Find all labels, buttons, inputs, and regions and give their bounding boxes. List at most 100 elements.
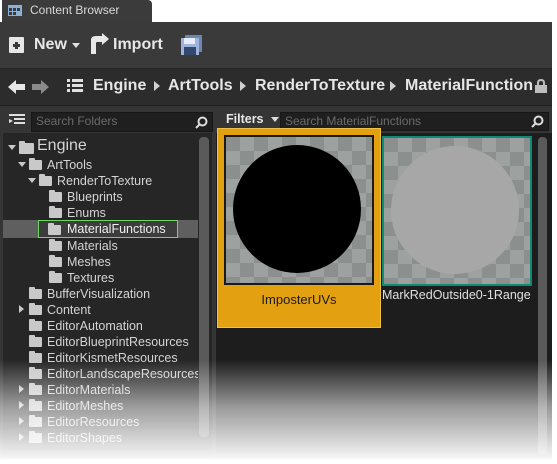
collapse-tree-icon[interactable]	[9, 114, 25, 127]
import-button[interactable]: Import	[88, 32, 163, 58]
folder-search-row: Search Folders	[3, 107, 213, 133]
tree-item-label: Meshes	[67, 255, 111, 269]
folder-icon	[19, 141, 34, 154]
asset-name: ImposterUVs	[261, 292, 337, 307]
tree-item-label: BufferVisualization	[47, 287, 151, 301]
tree-item-materialfunctions[interactable]: MaterialFunctions	[3, 220, 198, 238]
search-icon	[531, 115, 544, 128]
tree-item-blueprints[interactable]: Blueprints	[3, 189, 198, 205]
asset-view-scrollbar[interactable]	[538, 137, 547, 455]
tree-item-enums[interactable]: Enums	[3, 205, 198, 221]
folder-icon	[29, 399, 42, 411]
asset-tile-imposteruvs[interactable]: ImposterUVs	[217, 128, 381, 328]
tree-item-materials[interactable]: Materials	[3, 238, 198, 254]
folder-search-placeholder: Search Folders	[36, 114, 118, 128]
tree-item-rendertotexture[interactable]: RenderToTexture	[3, 173, 198, 189]
tree-item-editormaterials[interactable]: EditorMaterials	[3, 382, 198, 398]
tree-item-editorblueprintresources[interactable]: EditorBlueprintResources	[3, 334, 198, 350]
lock-icon[interactable]	[534, 79, 548, 93]
expand-arrow-icon[interactable]	[19, 385, 24, 393]
breadcrumb-arttools[interactable]: ArtTools	[168, 77, 233, 95]
tree-item-editorresources[interactable]: EditorResources	[3, 414, 198, 430]
tree-item-editorkismetresources[interactable]: EditorKismetResources	[3, 350, 198, 366]
breadcrumb-separator[interactable]	[154, 81, 160, 91]
path-bar: Engine ArtTools RenderToTexture Material…	[0, 69, 552, 106]
folder-icon	[29, 158, 42, 170]
tree-item-label: Content	[47, 303, 91, 317]
tree-item-label: EditorLandscapeResources	[47, 367, 198, 381]
tree-item-label: EditorMeshes	[47, 399, 124, 413]
folder-icon	[29, 303, 42, 315]
breadcrumb-rendertotexture[interactable]: RenderToTexture	[255, 77, 385, 95]
content-browser-window: Content Browser New Import Engine ArtToo…	[0, 0, 552, 459]
asset-thumbnail	[224, 135, 374, 285]
asset-search-placeholder: Search MaterialFunctions	[285, 114, 422, 128]
expand-arrow-icon[interactable]	[8, 145, 16, 150]
toolbar: New Import	[0, 22, 552, 69]
folder-icon	[49, 271, 62, 283]
tree-item-label: Textures	[67, 271, 115, 285]
tab-content-browser[interactable]: Content Browser	[2, 0, 152, 22]
expand-arrow-icon[interactable]	[28, 178, 36, 183]
tree-item-label: RenderToTexture	[57, 174, 153, 188]
chevron-down-icon	[71, 42, 80, 48]
tree-item-label: EditorResources	[47, 415, 140, 429]
breadcrumb-engine[interactable]: Engine	[93, 77, 146, 95]
folder-icon	[39, 174, 52, 186]
path-list-icon[interactable]	[67, 79, 83, 93]
tree-item-label: Materials	[67, 239, 118, 253]
chevron-down-icon	[271, 117, 279, 123]
filters-label: Filters	[226, 112, 264, 126]
tree-item-editorshapes[interactable]: EditorShapes	[3, 430, 198, 446]
tree-item-arttools[interactable]: ArtTools	[3, 157, 198, 173]
folder-search-input[interactable]: Search Folders	[31, 112, 213, 132]
new-icon	[9, 37, 24, 53]
tree-item-label: EditorKismetResources	[47, 351, 178, 365]
forward-arrow-icon[interactable]	[31, 79, 49, 95]
folder-icon	[29, 351, 42, 363]
expand-arrow-icon[interactable]	[18, 162, 26, 167]
expand-arrow-icon[interactable]	[19, 305, 24, 313]
save-all-button[interactable]	[180, 32, 204, 58]
expand-arrow-icon[interactable]	[19, 401, 24, 409]
material-preview-sphere	[391, 146, 519, 274]
tree-item-label: EditorAutomation	[47, 319, 143, 333]
new-button[interactable]: New	[8, 32, 80, 58]
folder-icon	[48, 223, 61, 235]
folder-icon	[49, 255, 62, 267]
folder-icon	[29, 431, 42, 443]
back-arrow-icon[interactable]	[8, 79, 26, 95]
tree-item-content[interactable]: Content	[3, 302, 198, 318]
tree-item-meshes[interactable]: Meshes	[3, 254, 198, 270]
new-label: New	[34, 36, 67, 53]
folder-icon	[29, 335, 42, 347]
tree-item-editorlandscaperesources[interactable]: EditorLandscapeResources	[3, 366, 198, 382]
tree-item-editormeshes[interactable]: EditorMeshes	[3, 398, 198, 414]
expand-arrow-icon[interactable]	[19, 433, 24, 441]
tree-item-engine[interactable]: Engine	[3, 137, 198, 157]
material-preview-sphere	[233, 145, 361, 273]
tree-item-textures[interactable]: Textures	[3, 270, 198, 286]
folder-icon	[49, 239, 62, 251]
tree-item-editorautomation[interactable]: EditorAutomation	[3, 318, 198, 334]
tree-item-label: Engine	[37, 137, 87, 154]
breadcrumb-materialfunctions[interactable]: MaterialFunctions	[405, 77, 533, 95]
asset-tile-markredoutside[interactable]: MarkRedOutside0-1Range	[382, 136, 532, 302]
expand-arrow-icon[interactable]	[19, 417, 24, 425]
tree-item-buffervisualization[interactable]: BufferVisualization	[3, 286, 198, 302]
tab-bar: Content Browser	[0, 0, 552, 22]
folder-tree: Engine ArtTools RenderToTexture Blueprin…	[3, 134, 198, 459]
folder-tree-scrollbar[interactable]	[199, 137, 209, 437]
folder-tree-panel: Search Folders Engine ArtTools RenderToT…	[3, 107, 213, 459]
breadcrumb-separator[interactable]	[240, 81, 246, 91]
breadcrumb-separator[interactable]	[390, 81, 396, 91]
filters-button[interactable]: Filters	[226, 112, 279, 126]
import-icon	[91, 33, 109, 54]
tree-item-label: Blueprints	[67, 190, 123, 204]
save-icon	[181, 35, 202, 55]
folder-icon	[29, 383, 42, 395]
tree-item-label: EditorBlueprintResources	[47, 335, 189, 349]
search-icon	[195, 116, 208, 129]
tab-label: Content Browser	[30, 3, 120, 17]
folder-icon	[29, 367, 42, 379]
